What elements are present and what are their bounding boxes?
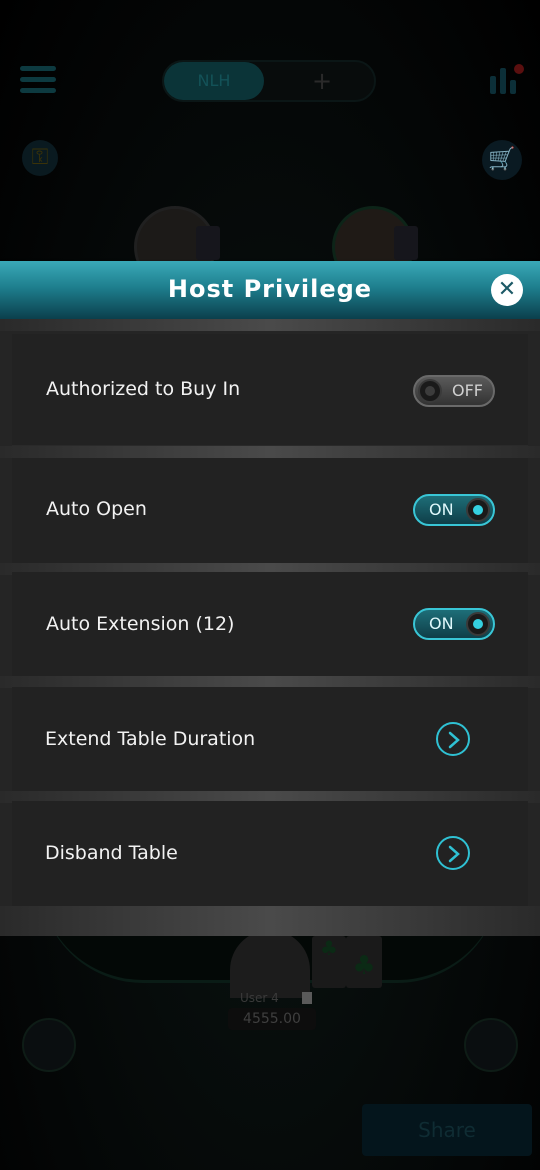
- toggle-state: ON: [429, 500, 454, 519]
- stats-icon[interactable]: [490, 64, 524, 94]
- toggle-state: ON: [429, 614, 454, 633]
- authorized-buy-in-toggle[interactable]: OFF: [413, 375, 495, 407]
- setting-label: Extend Table Duration: [45, 728, 256, 750]
- setting-label: Authorized to Buy In: [46, 378, 241, 400]
- divider: [0, 906, 540, 936]
- close-button[interactable]: ✕: [491, 274, 523, 306]
- notification-dot: [514, 64, 524, 74]
- close-icon: ✕: [497, 277, 517, 302]
- setting-row-extend-duration[interactable]: Extend Table Duration: [12, 687, 528, 791]
- setting-label: Auto Open: [46, 498, 147, 520]
- card-back: [196, 226, 220, 260]
- dialog-header: Host Privilege ✕: [0, 261, 540, 319]
- toggle-knob: [466, 498, 490, 522]
- extend-duration-button[interactable]: [436, 722, 470, 756]
- dialog-title: Host Privilege: [167, 275, 373, 303]
- playing-card: ♣: [346, 936, 382, 988]
- auto-open-toggle[interactable]: ON: [413, 494, 495, 526]
- cart-icon[interactable]: 🛒: [482, 140, 522, 180]
- player-badge: [302, 992, 312, 1004]
- chevron-right-icon: [448, 731, 460, 749]
- share-button[interactable]: Share: [362, 1104, 532, 1156]
- card-back: [394, 226, 418, 260]
- setting-row-authorized-buy-in: Authorized to Buy In OFF: [12, 334, 528, 445]
- divider: [0, 446, 540, 458]
- host-privilege-dialog: Host Privilege ✕ Authorized to Buy In OF…: [0, 261, 540, 936]
- toggle-knob: [466, 612, 490, 636]
- chart-button[interactable]: [464, 1018, 518, 1072]
- toggle-state: OFF: [452, 381, 483, 400]
- player-chips: 4555.00: [228, 1008, 316, 1030]
- key-icon[interactable]: ⚿: [22, 140, 58, 176]
- setting-label: Auto Extension (12): [46, 613, 235, 635]
- setting-row-auto-open: Auto Open ON: [12, 458, 528, 563]
- auto-extension-toggle[interactable]: ON: [413, 608, 495, 640]
- tab-nlh[interactable]: NLH: [164, 62, 264, 100]
- toggle-knob: [418, 379, 442, 403]
- menu-icon[interactable]: [20, 66, 56, 94]
- player-name: User 4: [240, 991, 279, 1005]
- chevron-right-icon: [448, 845, 460, 863]
- setting-row-disband-table[interactable]: Disband Table: [12, 801, 528, 906]
- playing-card: ♣: [312, 936, 346, 988]
- setting-row-auto-extension: Auto Extension (12) ON: [12, 572, 528, 676]
- chat-button[interactable]: [22, 1018, 76, 1072]
- disband-table-button[interactable]: [436, 836, 470, 870]
- add-tab-button[interactable]: +: [270, 62, 374, 100]
- setting-label: Disband Table: [45, 842, 178, 864]
- divider: [0, 319, 540, 331]
